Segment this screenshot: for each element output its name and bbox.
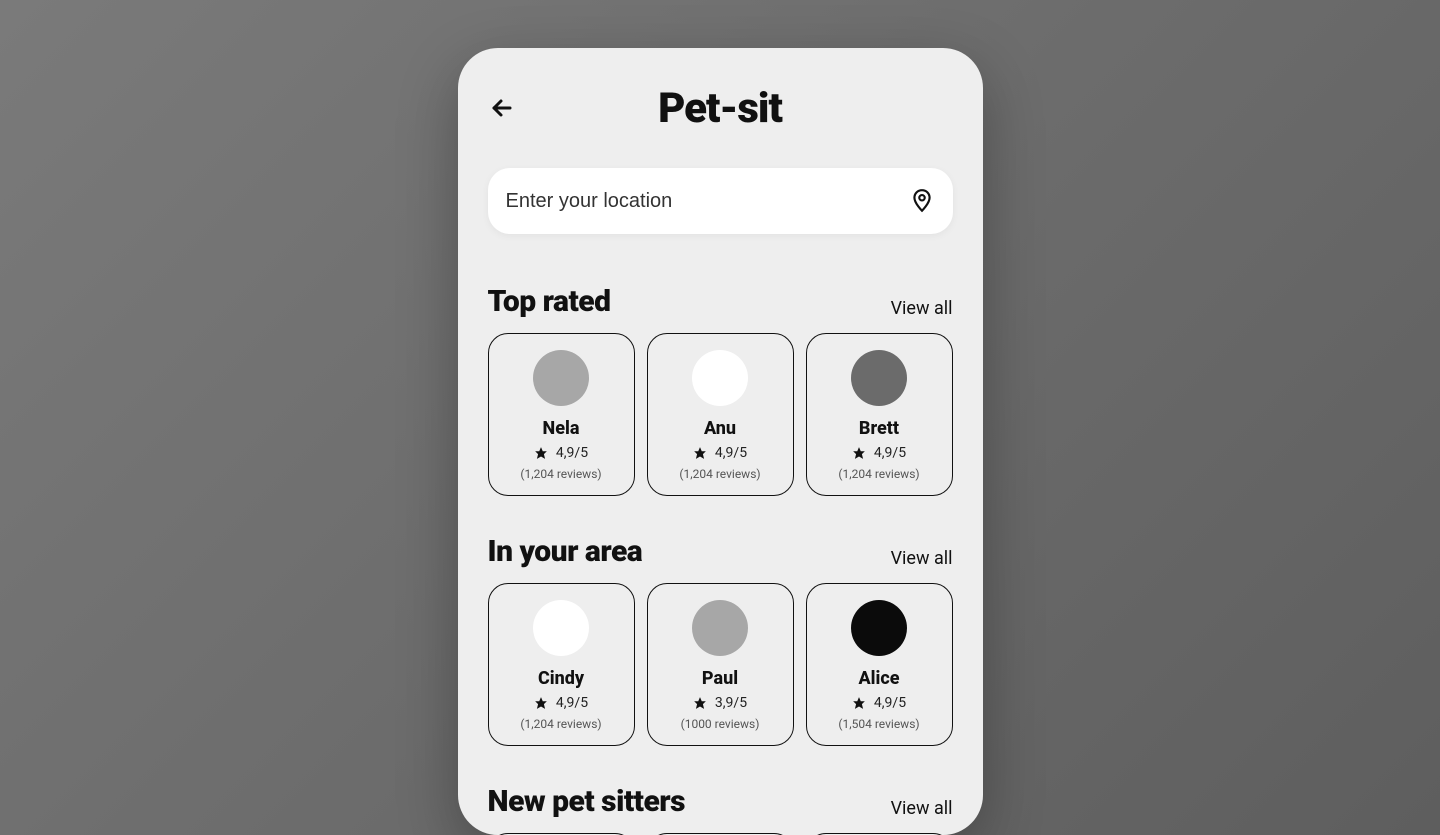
rating-value: 4,9/5 [556,695,588,711]
rating-row: 4,9/5 [534,695,588,711]
rating-value: 3,9/5 [715,695,747,711]
sitter-card[interactable]: Brett 4,9/5 (1,204 reviews) [806,333,953,496]
star-icon [693,696,707,710]
avatar [851,600,907,656]
top-rated-cards: Nela 4,9/5 (1,204 reviews) Anu 4,9/5 (1,… [488,333,953,496]
section-header-top-rated: Top rated View all [488,284,953,319]
phone-frame: Pet-sit Top rated View all Nela 4,9/5 (1… [458,48,983,835]
sitter-name: Nela [543,418,580,439]
star-icon [852,446,866,460]
sitter-card[interactable]: Anu 4,9/5 (1,204 reviews) [647,333,794,496]
section-title: New pet sitters [488,784,686,819]
sitter-card[interactable]: Cindy 4,9/5 (1,204 reviews) [488,583,635,746]
rating-row: 4,9/5 [693,445,747,461]
section-title: Top rated [488,284,611,319]
review-count: (1,204 reviews) [838,467,919,481]
star-icon [534,696,548,710]
rating-value: 4,9/5 [874,445,906,461]
rating-value: 4,9/5 [556,445,588,461]
review-count: (1,504 reviews) [838,717,919,731]
star-icon [693,446,707,460]
sitter-name: Alice [858,668,899,689]
review-count: (1000 reviews) [681,717,760,731]
header: Pet-sit [488,78,953,138]
sitter-card[interactable]: Alice 4,9/5 (1,504 reviews) [806,583,953,746]
avatar [533,350,589,406]
sitter-name: Anu [704,418,736,439]
avatar [533,600,589,656]
sitter-card[interactable]: Nela 4,9/5 (1,204 reviews) [488,333,635,496]
location-pin-icon [909,188,935,214]
sitter-name: Paul [702,668,738,689]
section-header-new-sitters: New pet sitters View all [488,784,953,819]
star-icon [852,696,866,710]
view-all-link[interactable]: View all [891,298,953,319]
review-count: (1,204 reviews) [679,467,760,481]
sitter-name: Brett [859,418,899,439]
section-header-in-area: In your area View all [488,534,953,569]
rating-row: 4,9/5 [852,695,906,711]
sitter-name: Cindy [538,668,584,689]
rating-row: 4,9/5 [534,445,588,461]
avatar [692,350,748,406]
view-all-link[interactable]: View all [891,798,953,819]
in-area-cards: Cindy 4,9/5 (1,204 reviews) Paul 3,9/5 (… [488,583,953,746]
location-input[interactable] [506,190,909,213]
review-count: (1,204 reviews) [520,717,601,731]
review-count: (1,204 reviews) [520,467,601,481]
rating-row: 3,9/5 [693,695,747,711]
page-title: Pet-sit [488,84,953,133]
star-icon [534,446,548,460]
rating-row: 4,9/5 [852,445,906,461]
section-title: In your area [488,534,643,569]
view-all-link[interactable]: View all [891,548,953,569]
search-bar[interactable] [488,168,953,234]
sitter-card[interactable]: Paul 3,9/5 (1000 reviews) [647,583,794,746]
rating-value: 4,9/5 [715,445,747,461]
avatar [692,600,748,656]
avatar [851,350,907,406]
rating-value: 4,9/5 [874,695,906,711]
